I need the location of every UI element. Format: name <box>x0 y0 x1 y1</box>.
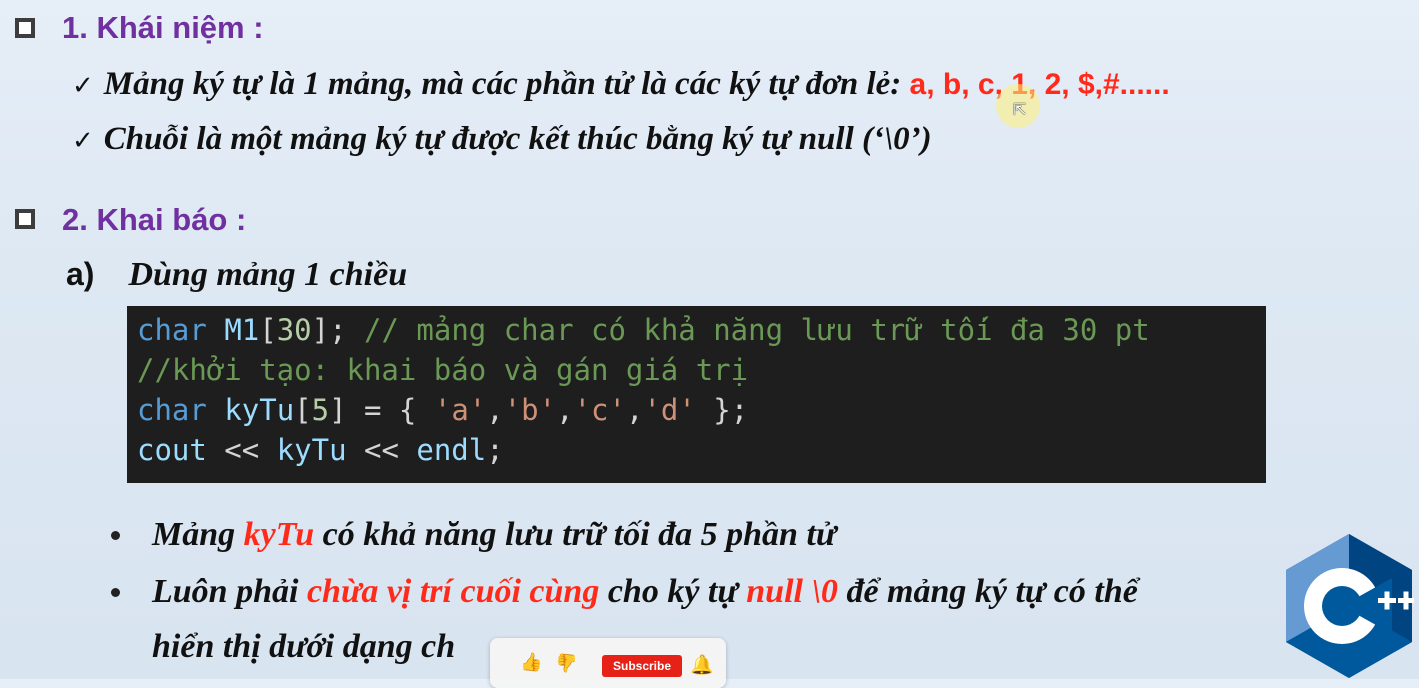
concept-1-examples: a, b, c, 1, 2, $,#...... <box>909 68 1170 101</box>
code-line-1: char M1[30]; // mảng char có khả năng lư… <box>137 313 1150 347</box>
note-2-highlight2: null \0 <box>746 573 838 610</box>
code-line-4: cout << kyTu << endl; <box>137 433 504 467</box>
note-1: Mảng kyTu có khả năng lưu trữ tối đa 5 p… <box>152 516 836 554</box>
subsection-heading: a) Dùng mảng 1 chiều <box>66 256 407 294</box>
thumbs-up-icon[interactable]: 👍 <box>520 652 542 673</box>
note-2: Luôn phải chừa vị trí cuối cùng cho ký t… <box>152 573 1138 611</box>
code-line-3: char kyTu[5] = { 'a','b','c','d' }; <box>137 393 749 427</box>
bullet-dot <box>111 531 120 540</box>
concept-2-text: Chuỗi là một mảng ký tự được kết thúc bằ… <box>103 121 932 157</box>
note-2-mid: cho ký tự <box>599 573 747 610</box>
mouse-cursor-icon: ⇱ <box>1013 100 1027 119</box>
bullet-dot <box>111 588 120 597</box>
note-1-pre: Mảng <box>152 516 244 553</box>
youtube-overlay: 👍 👍 Subscribe 🔔 <box>490 638 726 688</box>
subsection-label: a) <box>66 256 95 292</box>
note-2-line-2: hiển thị dưới dạng ch <box>152 628 456 665</box>
bell-icon[interactable]: 🔔 <box>690 653 714 676</box>
note-2-post: để mảng ký tự có thể <box>837 573 1138 610</box>
checkbox-bullet-icon <box>15 18 35 38</box>
note-2-highlight: chừa vị trí cuối cùng <box>306 573 600 610</box>
section-1-title: 1. Khái niệm : <box>62 10 264 45</box>
thumbs-down-icon[interactable]: 👍 <box>556 652 578 673</box>
subscribe-button[interactable]: Subscribe <box>602 655 682 677</box>
code-line-2: //khởi tạo: khai báo và gán giá trị <box>137 353 749 387</box>
subsection-title: Dùng mảng 1 chiều <box>128 256 408 293</box>
section-2-title: 2. Khai báo : <box>62 202 247 237</box>
checkmark-icon: ✓ <box>72 126 94 156</box>
checkmark-icon: ✓ <box>72 71 94 101</box>
note-2-pre: Luôn phải <box>152 573 307 610</box>
checkbox-bullet-icon <box>15 209 35 229</box>
code-block: char M1[30]; // mảng char có khả năng lư… <box>127 306 1266 483</box>
cpp-logo <box>1286 534 1414 678</box>
concept-1-text: Mảng ký tự là 1 mảng, mà các phần tử là … <box>103 66 910 102</box>
note-1-highlight: kyTu <box>243 516 315 553</box>
concept-line-2: ✓ Chuỗi là một mảng ký tự được kết thúc b… <box>72 121 932 158</box>
note-1-post: có khả năng lưu trữ tối đa 5 phần tử <box>314 516 837 553</box>
